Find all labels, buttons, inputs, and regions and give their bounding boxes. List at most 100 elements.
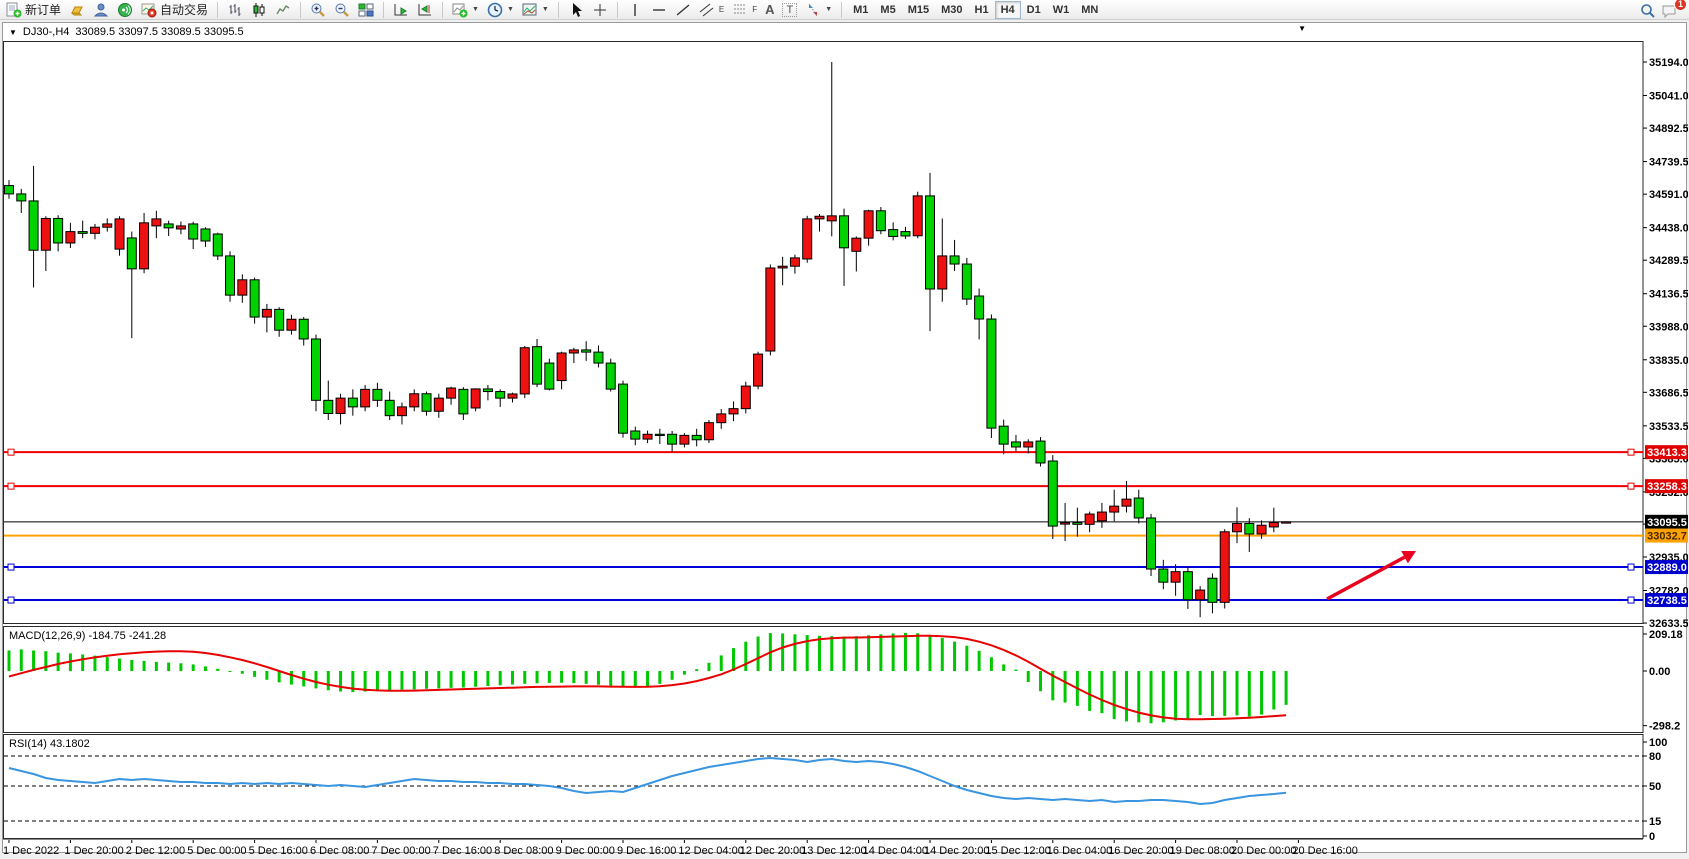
chart-shift-button[interactable] bbox=[413, 1, 437, 19]
level-handle[interactable] bbox=[1628, 483, 1634, 489]
candle-down bbox=[54, 218, 63, 243]
rsi-tick-label: 100 bbox=[1649, 737, 1667, 749]
macd-tick-label: 209.18 bbox=[1649, 629, 1683, 641]
candle-down bbox=[17, 194, 26, 201]
macd-histogram-bar bbox=[241, 671, 244, 674]
candle-down bbox=[926, 196, 935, 289]
chart-canvas[interactable]: 35194.035041.034892.534739.534591.034438… bbox=[3, 23, 1688, 854]
candle-up bbox=[1196, 590, 1205, 600]
notifications-chat-icon[interactable]: 1 bbox=[1661, 2, 1681, 18]
candle-down bbox=[250, 280, 259, 317]
signals-button[interactable] bbox=[113, 1, 137, 19]
level-handle[interactable] bbox=[8, 449, 14, 455]
gold-button[interactable] bbox=[65, 1, 89, 19]
chart-pane-border bbox=[4, 627, 1644, 733]
auto-scroll-button[interactable] bbox=[389, 1, 413, 19]
line-chart-type-button[interactable] bbox=[271, 1, 295, 19]
notification-count-badge: 1 bbox=[1674, 0, 1687, 11]
periods-button[interactable]: ▼ bbox=[483, 1, 518, 19]
candle-down bbox=[299, 319, 308, 339]
vertical-line-tool-button[interactable] bbox=[623, 1, 647, 19]
price-badge-label: 33413.3 bbox=[1647, 447, 1687, 459]
macd-histogram-bar bbox=[376, 671, 379, 691]
macd-histogram-bar bbox=[744, 642, 747, 671]
macd-histogram-bar bbox=[192, 664, 195, 671]
level-handle[interactable] bbox=[1628, 564, 1634, 570]
arrows-tool-icon bbox=[805, 2, 821, 18]
macd-tick-label: -298.2 bbox=[1649, 721, 1680, 733]
candle-up bbox=[520, 348, 529, 394]
macd-histogram-bar bbox=[1064, 671, 1067, 703]
timeframe-button-M5[interactable]: M5 bbox=[874, 1, 901, 19]
time-tick-label: 7 Dec 00:00 bbox=[371, 845, 430, 854]
time-tick-label: 20 Dec 00:00 bbox=[1231, 845, 1296, 854]
community-button[interactable] bbox=[89, 1, 113, 19]
timeframe-button-H4[interactable]: H4 bbox=[995, 1, 1021, 19]
candle-down bbox=[422, 394, 431, 412]
channel-tool-button[interactable]: E bbox=[695, 1, 728, 19]
cursor-tool-button[interactable] bbox=[564, 1, 588, 19]
candle-up bbox=[864, 211, 873, 238]
bar-chart-type-button[interactable] bbox=[223, 1, 247, 19]
candle-up bbox=[741, 386, 750, 409]
autotrading-button[interactable]: 自动交易 bbox=[137, 1, 212, 19]
chevron-down-icon: ▼ bbox=[825, 6, 832, 13]
tile-windows-button[interactable] bbox=[354, 1, 378, 19]
text-label-tool-button[interactable]: T bbox=[778, 1, 801, 19]
candle-up bbox=[410, 394, 419, 407]
macd-histogram-bar bbox=[646, 671, 649, 686]
macd-histogram-bar bbox=[1002, 664, 1005, 671]
candle-down bbox=[1208, 578, 1217, 602]
crosshair-tool-button[interactable] bbox=[588, 1, 612, 19]
timeframe-button-D1[interactable]: D1 bbox=[1021, 1, 1047, 19]
timeframe-button-M15[interactable]: M15 bbox=[902, 1, 935, 19]
arrows-tool-button[interactable]: ▼ bbox=[801, 1, 836, 19]
macd-histogram-bar bbox=[57, 653, 60, 671]
price-tick-label: 34289.5 bbox=[1649, 255, 1688, 267]
zoom-out-button[interactable] bbox=[330, 1, 354, 19]
search-icon[interactable] bbox=[1639, 2, 1655, 18]
tile-windows-icon bbox=[358, 2, 374, 18]
horizontal-line-tool-button[interactable] bbox=[647, 1, 671, 19]
templates-button[interactable]: ▼ bbox=[518, 1, 553, 19]
candle-down bbox=[312, 339, 321, 400]
timeframe-button-M30[interactable]: M30 bbox=[935, 1, 968, 19]
macd-histogram-bar bbox=[560, 671, 563, 683]
timeframe-button-H1[interactable]: H1 bbox=[969, 1, 995, 19]
candle-down bbox=[385, 400, 394, 415]
toolbar-separator bbox=[841, 2, 842, 18]
timeframe-button-W1[interactable]: W1 bbox=[1047, 1, 1076, 19]
fibonacci-tool-button[interactable]: F bbox=[728, 1, 761, 19]
macd-histogram-bar bbox=[20, 649, 23, 671]
level-handle[interactable] bbox=[8, 597, 14, 603]
candle-up bbox=[1171, 572, 1180, 583]
trendline-tool-button[interactable] bbox=[671, 1, 695, 19]
macd-histogram-bar bbox=[1137, 671, 1140, 722]
macd-histogram-bar bbox=[695, 669, 698, 671]
macd-histogram-bar bbox=[830, 636, 833, 671]
candle-down bbox=[668, 434, 677, 444]
rsi-indicator-label: RSI(14) 43.1802 bbox=[9, 738, 90, 750]
timeframe-button-MN[interactable]: MN bbox=[1075, 1, 1104, 19]
candle-down bbox=[348, 398, 357, 407]
template-chart-icon bbox=[522, 2, 538, 18]
text-tool-button[interactable]: A bbox=[761, 1, 778, 19]
timeframe-button-M1[interactable]: M1 bbox=[847, 1, 874, 19]
candle-down bbox=[1048, 461, 1057, 526]
level-handle[interactable] bbox=[8, 564, 14, 570]
macd-histogram-bar bbox=[855, 636, 858, 671]
level-handle[interactable] bbox=[1628, 449, 1634, 455]
level-handle[interactable] bbox=[8, 483, 14, 489]
macd-indicator-label: MACD(12,26,9) -184.75 -241.28 bbox=[9, 630, 166, 642]
price-tick-label: 34739.5 bbox=[1649, 157, 1688, 169]
macd-histogram-bar bbox=[1248, 671, 1251, 716]
macd-histogram-bar bbox=[339, 671, 342, 692]
macd-histogram-bar bbox=[155, 662, 158, 671]
zoom-in-button[interactable] bbox=[306, 1, 330, 19]
level-handle[interactable] bbox=[1628, 597, 1634, 603]
candle-down bbox=[1011, 442, 1020, 447]
candlestick-type-button[interactable] bbox=[247, 1, 271, 19]
indicators-button[interactable]: ▼ bbox=[448, 1, 483, 19]
rsi-tick-label: 50 bbox=[1649, 781, 1661, 793]
new-order-button[interactable]: 新订单 bbox=[2, 1, 65, 19]
